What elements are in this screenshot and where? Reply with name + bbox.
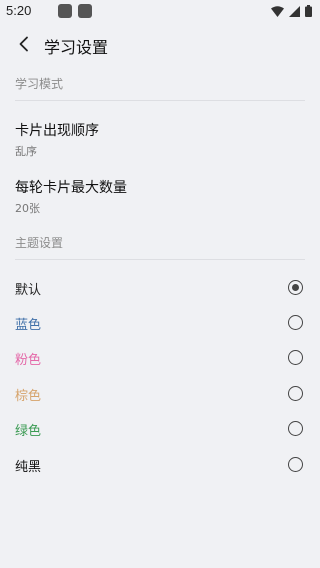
divider: [15, 100, 305, 101]
divider: [15, 259, 305, 260]
app-bar: 学习设置: [0, 24, 320, 64]
notification-icon: [58, 4, 72, 18]
status-time: 5:20: [6, 3, 32, 18]
setting-value: 20张: [15, 202, 40, 215]
radio-button[interactable]: [288, 457, 303, 472]
radio-button[interactable]: [288, 421, 303, 436]
page-title: 学习设置: [44, 38, 109, 57]
radio-button[interactable]: [288, 386, 303, 401]
setting-title: 每轮卡片最大数量: [15, 180, 127, 196]
theme-option-brown[interactable]: 棕色: [0, 378, 320, 410]
status-bar: 5:20: [0, 0, 320, 24]
status-icons: [271, 5, 312, 17]
notification-icon: [78, 4, 92, 18]
signal-icon: [289, 5, 300, 17]
radio-button-checked[interactable]: [288, 280, 303, 295]
theme-option-black[interactable]: 纯黑: [0, 449, 320, 481]
radio-button[interactable]: [288, 315, 303, 330]
setting-title: 卡片出现顺序: [15, 123, 99, 139]
battery-icon: [305, 5, 312, 17]
section-header-theme: 主题设置: [15, 236, 64, 250]
theme-option-pink[interactable]: 粉色: [0, 342, 320, 374]
theme-label: 纯黑: [15, 460, 42, 475]
section-header-study-mode: 学习模式: [15, 77, 64, 91]
back-button[interactable]: [10, 30, 38, 58]
chevron-left-icon: [19, 36, 28, 52]
setting-max-cards[interactable]: 每轮卡片最大数量 20张: [0, 173, 320, 219]
theme-label: 绿色: [15, 424, 42, 439]
theme-option-green[interactable]: 绿色: [0, 413, 320, 445]
setting-value: 乱序: [15, 145, 37, 158]
theme-option-default[interactable]: 默认: [0, 272, 320, 304]
theme-label: 蓝色: [15, 318, 42, 333]
radio-dot: [292, 284, 299, 291]
theme-label: 棕色: [15, 389, 42, 404]
theme-option-blue[interactable]: 蓝色: [0, 307, 320, 339]
theme-label: 默认: [15, 283, 42, 298]
radio-button[interactable]: [288, 350, 303, 365]
wifi-icon: [271, 5, 284, 17]
setting-card-order[interactable]: 卡片出现顺序 乱序: [0, 116, 320, 162]
theme-label: 粉色: [15, 353, 42, 368]
